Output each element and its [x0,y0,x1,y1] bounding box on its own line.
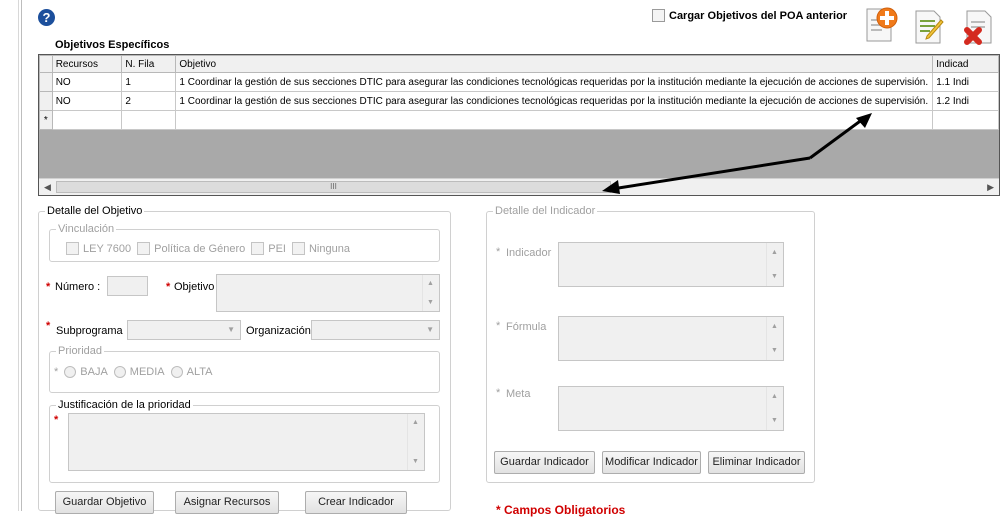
checkbox-box[interactable] [291,242,305,255]
radio-baja[interactable]: BAJA [64,366,108,378]
radio-circle[interactable] [64,366,77,378]
vinculacion-legend: Vinculación [56,223,117,235]
grid-corner-header [39,55,53,73]
load-previous-label: Cargar Objetivos del POA anterior [669,10,848,22]
checkbox-box[interactable] [652,9,665,22]
option-label: PEI [268,242,286,255]
numero-label: Número : [55,281,101,293]
eliminar-indicador-button[interactable]: Eliminar Indicador [708,451,805,474]
required-fields-note: * Campos Obligatorios [496,503,626,517]
document-add-icon[interactable] [864,6,898,44]
left-panel-divider [18,0,19,511]
guardar-indicador-button[interactable]: Guardar Indicador [494,451,595,474]
new-cell-indicador[interactable] [932,110,999,130]
prioridad-legend: Prioridad [56,345,105,357]
row-header[interactable] [39,72,53,92]
formula-field[interactable]: ▲ ▼ [558,316,784,361]
indicator-detail-legend: Detalle del Indicador [493,205,598,217]
cell-fila[interactable]: 1 [121,72,177,92]
required-mark: * [496,387,501,399]
numero-field[interactable] [107,276,148,296]
objective-detail-legend: Detalle del Objetivo [45,205,145,217]
meta-field[interactable]: ▲ ▼ [558,386,784,431]
scroll-right-icon[interactable]: ▶ [987,182,994,193]
scroll-left-icon[interactable]: ◀ [44,182,51,193]
subprograma-select[interactable]: ▼ [127,320,241,340]
formula-label: Fórmula [506,321,547,333]
column-header-fila[interactable]: N. Fila [121,55,177,73]
option-ninguna[interactable]: Ninguna [291,242,350,255]
justificacion-field[interactable]: ▲ ▼ [68,413,425,471]
chevron-down-icon[interactable]: ▼ [426,325,434,334]
option-label: Política de Género [154,242,246,255]
column-header-recursos[interactable]: Recursos [51,55,123,73]
organizacion-select[interactable]: ▼ [311,320,440,340]
scroll-thumb[interactable]: III [56,181,611,193]
required-mark: * [54,414,59,426]
option-ley7600[interactable]: LEY 7600 [66,242,131,255]
cell-recursos[interactable]: NO [51,72,123,92]
chevron-down-icon[interactable]: ▼ [227,325,235,334]
load-previous-checkbox[interactable] [652,9,665,25]
radio-label: MEDIA [129,366,165,378]
new-cell-fila[interactable] [121,110,177,130]
new-cell-recursos[interactable] [51,110,123,130]
required-mark: * [496,320,501,332]
document-delete-icon[interactable] [962,8,996,46]
column-header-objetivo[interactable]: Objetivo [175,55,934,73]
radio-label: BAJA [80,366,108,378]
required-mark: * [46,281,51,293]
option-politica-genero[interactable]: Política de Género [137,242,245,255]
cell-fila[interactable]: 2 [121,91,177,111]
prioridad-options: * BAJA MEDIA ALTA [54,366,219,378]
column-header-indicador[interactable]: Indicad [932,55,999,73]
radio-media[interactable]: MEDIA [113,366,165,378]
checkbox-box[interactable] [251,242,265,255]
option-label: Ninguna [308,242,350,255]
option-pei[interactable]: PEI [251,242,286,255]
meta-label: Meta [506,388,531,400]
table-row[interactable]: NO 1 1 Coordinar la gestión de sus secci… [39,72,999,92]
required-mark: * [496,246,501,258]
annotation-arrow-icon [602,113,872,194]
table-row[interactable]: NO 2 1 Coordinar la gestión de sus secci… [39,91,999,111]
option-label: LEY 7600 [83,242,132,255]
row-header[interactable] [39,91,53,111]
indicador-label: Indicador [506,247,552,259]
cell-objetivo[interactable]: 1 Coordinar la gestión de sus secciones … [175,72,934,92]
indicador-field[interactable]: ▲ ▼ [558,242,784,287]
required-mark: * [46,320,51,332]
checkbox-box[interactable] [66,242,79,255]
organizacion-label: Organización [246,325,311,337]
section-title: Objetivos Específicos [55,39,170,51]
radio-circle[interactable] [170,366,183,378]
cell-indicador[interactable]: 1.2 Indi [932,91,999,111]
radio-label: ALTA [186,366,213,378]
required-mark: * [166,281,171,293]
subprograma-label: Subprograma [56,325,123,337]
justificacion-legend: Justificación de la prioridad [56,399,193,411]
radio-alta[interactable]: ALTA [170,366,213,378]
objetivo-field[interactable]: ▲ ▼ [216,274,440,312]
cell-recursos[interactable]: NO [51,91,123,111]
radio-circle[interactable] [113,366,126,378]
objetivo-label: Objetivo [174,281,215,293]
new-row-marker: * [39,110,53,130]
modificar-indicador-button[interactable]: Modificar Indicador [602,451,701,474]
checkbox-box[interactable] [137,242,151,255]
vinculacion-options: LEY 7600 Política de Género PEI Ninguna [66,242,356,255]
document-edit-icon[interactable] [913,8,947,46]
cell-indicador[interactable]: 1.1 Indi [932,72,999,92]
help-icon[interactable]: ? [38,9,55,26]
grid-header-row: Recursos N. Fila Objetivo Indicad [39,55,999,73]
required-mark: * [54,366,59,378]
cell-objetivo[interactable]: 1 Coordinar la gestión de sus secciones … [175,91,934,111]
